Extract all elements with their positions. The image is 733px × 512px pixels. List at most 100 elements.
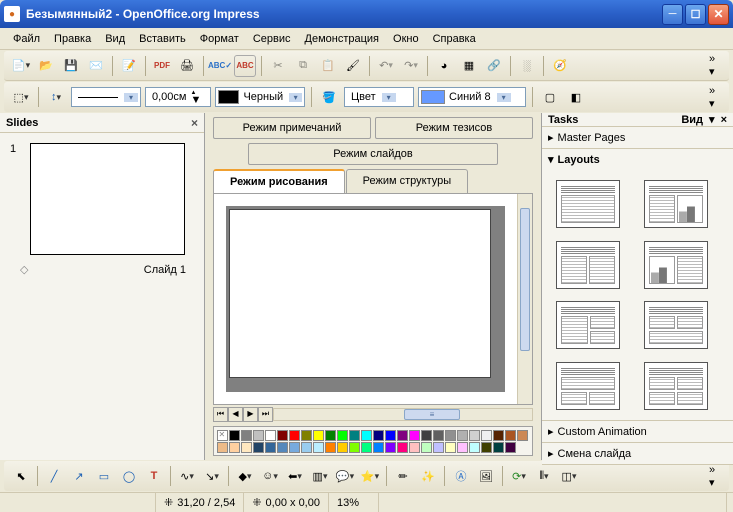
print-button[interactable]: 🖨 xyxy=(176,55,198,77)
color-swatch[interactable] xyxy=(253,442,264,453)
navigator-button[interactable]: 🧭 xyxy=(549,55,571,77)
layout-item[interactable] xyxy=(644,180,708,228)
layout-item[interactable] xyxy=(556,301,620,349)
new-button[interactable]: 📄▾ xyxy=(10,55,32,77)
slide-canvas[interactable] xyxy=(229,209,491,378)
menu-edit[interactable]: Правка xyxy=(47,30,98,48)
color-swatch[interactable] xyxy=(337,430,348,441)
color-swatch[interactable] xyxy=(373,442,384,453)
glue-tool[interactable]: ✨ xyxy=(417,465,439,487)
copy-button[interactable]: ⧉ xyxy=(292,55,314,77)
color-swatch[interactable] xyxy=(385,430,396,441)
menu-view[interactable]: Вид xyxy=(98,30,132,48)
format-paint-button[interactable]: 🖌 xyxy=(342,55,364,77)
fontwork-tool[interactable]: Ⓐ xyxy=(450,465,472,487)
color-swatch[interactable] xyxy=(493,442,504,453)
color-swatch[interactable] xyxy=(517,430,528,441)
ellipse-tool[interactable]: ◯ xyxy=(118,465,140,487)
maximize-button[interactable]: ☐ xyxy=(685,4,706,25)
slide-effect-icon[interactable]: ◇ xyxy=(20,263,28,276)
first-slide-button[interactable]: ⏮ xyxy=(213,407,228,422)
color-swatch[interactable] xyxy=(421,442,432,453)
slides-panel-close[interactable]: × xyxy=(191,116,198,130)
tab-notes[interactable]: Режим примечаний xyxy=(213,117,371,139)
color-swatch[interactable] xyxy=(349,442,360,453)
last-slide-button[interactable]: ⏭ xyxy=(258,407,273,422)
formatbar-overflow[interactable]: »▾ xyxy=(701,86,723,108)
color-swatch[interactable] xyxy=(325,430,336,441)
close-button[interactable]: ✕ xyxy=(708,4,729,25)
flowchart-tool[interactable]: ▥▾ xyxy=(309,465,331,487)
paste-button[interactable]: 📋 xyxy=(317,55,339,77)
color-swatch[interactable] xyxy=(349,430,360,441)
drawbar-overflow[interactable]: »▾ xyxy=(701,465,723,487)
mode-tab-outline[interactable]: Режим структуры xyxy=(346,169,469,193)
color-swatch[interactable] xyxy=(241,430,252,441)
line-style-combo[interactable]: ▾ xyxy=(71,87,141,107)
color-swatch[interactable] xyxy=(313,442,324,453)
color-swatch[interactable] xyxy=(229,442,240,453)
save-button[interactable]: 💾 xyxy=(60,55,82,77)
fill-bucket-button[interactable]: 🪣 xyxy=(318,86,340,108)
shadow-button[interactable]: ▢ xyxy=(539,86,561,108)
open-button[interactable]: 📂 xyxy=(35,55,57,77)
callout-tool[interactable]: 💬▾ xyxy=(334,465,356,487)
arrow-tool[interactable]: ↗ xyxy=(68,465,90,487)
color-swatch[interactable] xyxy=(397,442,408,453)
undo-button[interactable]: ↶▾ xyxy=(375,55,397,77)
line-tool[interactable]: ╱ xyxy=(43,465,65,487)
select-tool[interactable]: ⬉ xyxy=(10,465,32,487)
color-swatch[interactable] xyxy=(421,430,432,441)
connector-tool[interactable]: ↘▾ xyxy=(201,465,223,487)
color-swatch[interactable] xyxy=(481,442,492,453)
slide-thumbnail[interactable] xyxy=(30,143,185,255)
pointer-tool[interactable]: ⬚▾ xyxy=(10,86,32,108)
color-swatch[interactable] xyxy=(313,430,324,441)
mode-tab-drawing[interactable]: Режим рисования xyxy=(213,169,345,193)
layout-item[interactable] xyxy=(556,362,620,410)
layout-item[interactable] xyxy=(644,362,708,410)
insert-image-tool[interactable]: 🖼 xyxy=(475,465,497,487)
rectangle-tool[interactable]: ▭ xyxy=(93,465,115,487)
color-swatch[interactable] xyxy=(361,442,372,453)
grid-button[interactable]: ░ xyxy=(516,55,538,77)
chart-button[interactable]: ◕ xyxy=(433,55,455,77)
color-swatch[interactable] xyxy=(253,430,264,441)
curve-tool[interactable]: ∿▾ xyxy=(176,465,198,487)
color-swatch[interactable] xyxy=(217,442,228,453)
color-swatch[interactable] xyxy=(265,442,276,453)
color-swatch[interactable] xyxy=(229,430,240,441)
menu-format[interactable]: Формат xyxy=(193,30,246,48)
color-swatch[interactable] xyxy=(445,430,456,441)
menu-help[interactable]: Справка xyxy=(426,30,483,48)
color-swatch[interactable] xyxy=(445,442,456,453)
tasks-section-animation[interactable]: ▸Custom Animation xyxy=(542,421,733,442)
fill-color-combo[interactable]: Синий 8 ▾ xyxy=(418,87,526,107)
spellcheck-button[interactable]: ABC✓ xyxy=(209,55,231,77)
color-swatch[interactable] xyxy=(469,442,480,453)
color-swatch[interactable] xyxy=(505,442,516,453)
prev-slide-button[interactable]: ◀ xyxy=(228,407,243,422)
color-swatch[interactable] xyxy=(409,442,420,453)
table-button[interactable]: ▦ xyxy=(458,55,480,77)
menu-slideshow[interactable]: Демонстрация xyxy=(298,30,387,48)
color-swatch[interactable] xyxy=(433,442,444,453)
horizontal-scrollbar[interactable]: ≡ xyxy=(273,408,533,421)
basic-shapes-tool[interactable]: ◆▾ xyxy=(234,465,256,487)
line-endings-button[interactable]: ↕▾ xyxy=(45,86,67,108)
color-swatch[interactable] xyxy=(325,442,336,453)
status-zoom[interactable]: 13% xyxy=(329,493,379,512)
arrange-tool[interactable]: ◫▾ xyxy=(558,465,580,487)
color-swatch[interactable] xyxy=(373,430,384,441)
color-swatch[interactable] xyxy=(457,430,468,441)
color-swatch[interactable] xyxy=(337,442,348,453)
rotate-tool[interactable]: ⟳▾ xyxy=(508,465,530,487)
email-button[interactable]: ✉️ xyxy=(85,55,107,77)
layout-item[interactable] xyxy=(644,241,708,289)
color-swatch[interactable] xyxy=(469,430,480,441)
align-tool[interactable]: ⫴▾ xyxy=(533,465,555,487)
line-color-combo[interactable]: Черный ▾ xyxy=(215,87,305,107)
3d-button[interactable]: ◧ xyxy=(565,86,587,108)
color-swatch[interactable] xyxy=(493,430,504,441)
color-swatch[interactable] xyxy=(409,430,420,441)
